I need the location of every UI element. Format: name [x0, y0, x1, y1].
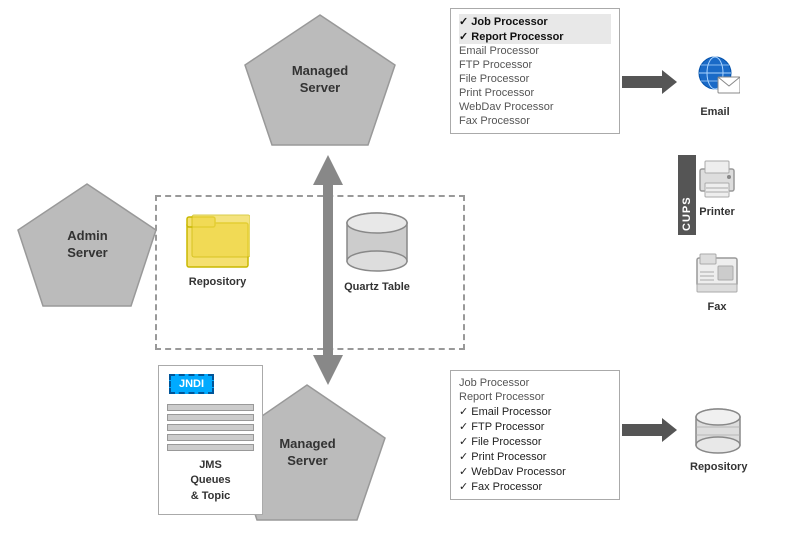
proc-item-fax-top: Fax Processor: [459, 114, 611, 128]
proc-item-ftp-top: FTP Processor: [459, 58, 611, 72]
proc-item-print-bottom: ✓ Print Processor: [459, 449, 611, 464]
admin-server-label: AdminServer: [67, 228, 107, 262]
proc-item-webdav-top: WebDav Processor: [459, 100, 611, 114]
proc-item-file-bottom: ✓ File Processor: [459, 434, 611, 449]
managed-server-top: ManagedServer: [240, 10, 400, 150]
fax-label: Fax: [692, 301, 742, 313]
managed-server-top-label: ManagedServer: [292, 63, 348, 97]
proc-box-bottom: Job Processor Report Processor ✓ Email P…: [450, 370, 620, 500]
repository-icon-right-area: Repository: [690, 405, 747, 473]
proc-item-report-top: ✓ Report Processor: [459, 29, 611, 44]
arrow-bottom-right: [622, 418, 677, 447]
email-icon: [690, 55, 740, 100]
repository-icon-area: Repository: [185, 209, 250, 288]
email-label: Email: [690, 106, 740, 118]
quartz-table-area: Quartz Table: [342, 209, 412, 293]
repository-right-label: Repository: [690, 461, 747, 473]
jms-label: JMSQueues& Topic: [159, 458, 262, 504]
managed-server-bottom-label: ManagedServer: [279, 436, 335, 470]
proc-item-fax-bottom: ✓ Fax Processor: [459, 479, 611, 494]
proc-item-print-top: Print Processor: [459, 86, 611, 100]
jms-box: JNDI JMSQueues& Topic: [158, 365, 263, 515]
proc-item-job-top: ✓ Job Processor: [459, 14, 611, 29]
proc-box-top: ✓ Job Processor ✓ Report Processor Email…: [450, 8, 620, 134]
fax-icon: [692, 250, 742, 295]
proc-item-report-bottom: Report Processor: [459, 390, 611, 404]
diagram: ManagedServer AdminServer ManagedServer …: [0, 0, 791, 538]
quartz-table-label: Quartz Table: [342, 281, 412, 293]
arrow-vertical: [308, 155, 348, 390]
cylinder-icon: [342, 209, 412, 274]
proc-item-webdav-bottom: ✓ WebDav Processor: [459, 464, 611, 479]
proc-item-job-bottom: Job Processor: [459, 376, 611, 390]
admin-server: AdminServer: [15, 180, 160, 310]
proc-item-ftp-bottom: ✓ FTP Processor: [459, 419, 611, 434]
printer-label: Printer: [692, 206, 742, 218]
printer-icon-area: Printer: [692, 155, 742, 218]
proc-item-email-top: Email Processor: [459, 44, 611, 58]
proc-item-file-top: File Processor: [459, 72, 611, 86]
printer-icon: [692, 155, 742, 200]
database-icon: [691, 405, 746, 455]
jms-lines: [167, 404, 254, 454]
folder-icon: [185, 209, 250, 269]
jndi-label: JNDI: [169, 374, 214, 394]
proc-item-email-bottom: ✓ Email Processor: [459, 404, 611, 419]
email-icon-area: Email: [690, 55, 740, 118]
arrow-top-right: [622, 70, 677, 99]
fax-icon-area: Fax: [692, 250, 742, 313]
repository-label: Repository: [185, 276, 250, 288]
